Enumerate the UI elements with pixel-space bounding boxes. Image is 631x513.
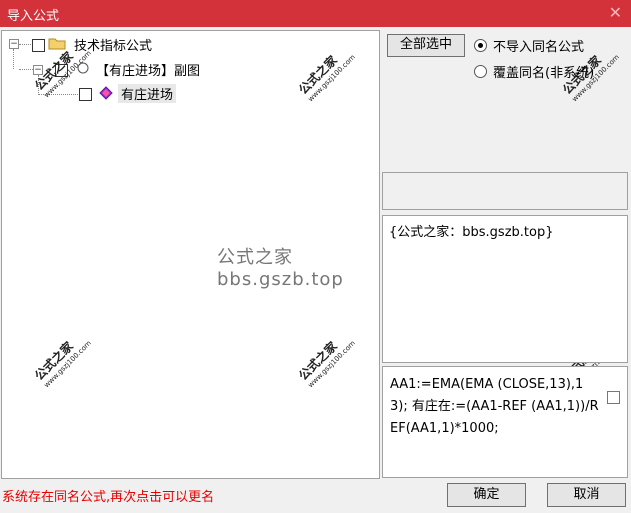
- watermark-text: 公式之家 bbs.gszb.top: [217, 247, 344, 290]
- code-box[interactable]: AA1:=EMA(EMA (CLOSE,13),13); 有庄在:=(AA1-R…: [382, 366, 628, 478]
- empty-field: [382, 172, 628, 210]
- child-label[interactable]: 【有庄进场】副图: [96, 60, 200, 79]
- root-checkbox[interactable]: [32, 39, 45, 52]
- tree-line: [19, 69, 33, 70]
- leaf-label[interactable]: 有庄进场: [118, 84, 177, 103]
- no-import-label: 不导入同名公式: [493, 40, 585, 55]
- leaf-checkbox[interactable]: [79, 88, 92, 101]
- cancel-button[interactable]: 取消: [547, 483, 626, 507]
- info-box: {公式之家：bbs.gszb.top}: [382, 215, 628, 363]
- no-import-option[interactable]: 不导入同名公式: [474, 36, 584, 55]
- status-message: 系统存在同名公式,再次点击可以更名: [2, 490, 215, 505]
- root-expander[interactable]: −: [9, 39, 19, 49]
- ok-button[interactable]: 确定: [447, 483, 526, 507]
- close-icon[interactable]: ✕: [609, 3, 622, 22]
- select-all-button[interactable]: 全部选中: [387, 34, 465, 57]
- info-text: {公式之家：bbs.gszb.top}: [389, 225, 554, 240]
- overwrite-option[interactable]: 覆盖同名(非系统): [474, 62, 594, 81]
- radio-overwrite[interactable]: [474, 65, 487, 78]
- tree-line: [19, 44, 31, 45]
- window-title: 导入公式: [7, 9, 60, 24]
- radio-no-import[interactable]: [474, 39, 487, 52]
- overwrite-label: 覆盖同名(非系统): [493, 66, 595, 81]
- folder-icon: [48, 38, 66, 50]
- tree-line: [13, 49, 14, 69]
- title-bar: 导入公式 ✕: [0, 0, 631, 27]
- code-text: AA1:=EMA(EMA (CLOSE,13),13); 有庄在:=(AA1-R…: [390, 377, 599, 436]
- formula-tree[interactable]: − 技术指标公式 − 【有庄进场】副图 有庄进场 公式之家 bbs.gszb.t…: [1, 30, 380, 479]
- gem-icon: [99, 86, 113, 100]
- code-checkbox[interactable]: [607, 391, 620, 404]
